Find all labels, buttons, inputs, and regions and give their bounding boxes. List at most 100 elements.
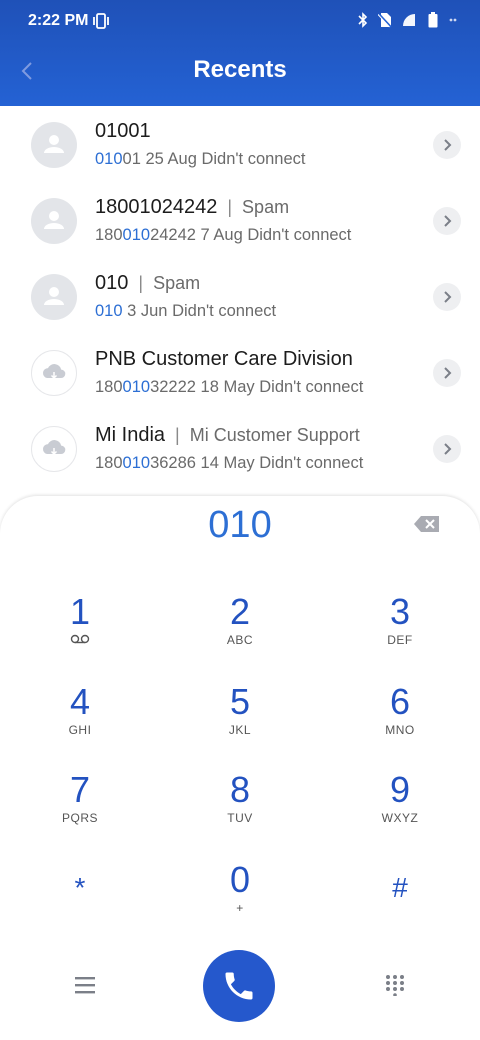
chevron-right-icon — [444, 443, 452, 455]
chevron-right-icon — [444, 367, 452, 379]
recent-call-row[interactable]: Mi India | Mi Customer Support 18001036286 … — [0, 410, 480, 486]
contact-name: PNB Customer Care Division — [95, 348, 353, 371]
battery-level-icon — [449, 18, 457, 22]
key-6[interactable]: 6 MNO — [340, 682, 460, 762]
number-prefix: 180 — [95, 378, 123, 396]
call-details: 18001036286 14 May Didn't connect — [95, 454, 363, 473]
call-button[interactable] — [203, 950, 275, 1022]
key-digit: * — [74, 872, 86, 903]
key-digit: 3 — [389, 591, 411, 632]
key-letters: PQRS — [61, 811, 98, 825]
contact-name: Mi India | Mi Customer Support — [95, 424, 360, 447]
chevron-right-icon — [444, 215, 452, 227]
key-hash[interactable]: # — [340, 868, 460, 948]
contact-name-text: 01001 — [95, 120, 151, 142]
key-letters: + — [236, 901, 244, 915]
key-digit: 6 — [389, 681, 411, 722]
key-1[interactable]: 1 — [20, 592, 140, 672]
key-7[interactable]: 7 PQRS — [20, 770, 140, 850]
details-button[interactable] — [433, 359, 461, 387]
dialer-panel: 010 1 2 ABC 3 DEF 4 GHI 5 JKL 6 MNO 7 PQRS 8 TUV 9 WXYZ *… — [0, 496, 480, 1040]
page-title: Recents — [193, 56, 287, 83]
key-0[interactable]: 0 + — [180, 860, 300, 940]
key-digit: 4 — [69, 681, 91, 722]
contact-avatar — [31, 122, 77, 168]
contact-name-text: PNB Customer Care Division — [95, 348, 353, 370]
contact-avatar — [31, 274, 77, 320]
separator: | — [227, 197, 233, 217]
chevron-right-icon — [444, 139, 452, 151]
recent-call-row[interactable]: 010 | Spam 010 3 Jun Didn't connect — [0, 258, 480, 334]
number-match: 010 — [122, 226, 151, 244]
number-match: 010 — [95, 302, 123, 320]
number-match: 010 — [95, 150, 123, 168]
call-date-status: 3 Jun Didn't connect — [127, 302, 277, 320]
key-digit: 7 — [69, 769, 91, 810]
contact-name: 18001024242 | Spam — [95, 196, 289, 219]
number-prefix: 180 — [95, 226, 123, 244]
details-button[interactable] — [433, 207, 461, 235]
key-letters: TUV — [227, 811, 253, 825]
call-date-status: 14 May Didn't connect — [200, 454, 364, 472]
contact-name-text: 010 — [95, 272, 129, 294]
key-digit: 0 — [229, 859, 251, 900]
key-3[interactable]: 3 DEF — [340, 592, 460, 672]
number-suffix: 36286 — [150, 454, 196, 472]
details-button[interactable] — [433, 131, 461, 159]
key-letters: MNO — [385, 723, 415, 737]
status-bar: 2:22 PM — [0, 0, 480, 44]
call-details: 01001 25 Aug Didn't connect — [95, 150, 306, 169]
vibrate-icon — [93, 13, 109, 29]
person-icon — [44, 135, 64, 153]
key-9[interactable]: 9 WXYZ — [340, 770, 460, 850]
number-suffix: 24242 — [150, 226, 196, 244]
bluetooth-icon — [358, 12, 368, 28]
contact-name: 01001 — [95, 120, 151, 143]
call-date-status: 18 May Didn't connect — [200, 378, 364, 396]
voicemail-icon — [70, 634, 90, 644]
key-8[interactable]: 8 TUV — [180, 770, 300, 850]
contact-tag: Mi Customer Support — [189, 425, 360, 445]
key-letters: WXYZ — [381, 811, 419, 825]
separator: | — [138, 273, 144, 293]
call-date-status: 25 Aug Didn't connect — [145, 150, 306, 168]
details-button[interactable] — [433, 435, 461, 463]
key-letters: GHI — [68, 723, 92, 737]
status-time: 2:22 PM — [28, 12, 89, 29]
key-digit: 9 — [389, 769, 411, 810]
key-digit: 2 — [229, 591, 251, 632]
number-match: 010 — [122, 378, 151, 396]
key-5[interactable]: 5 JKL — [180, 682, 300, 762]
number-match: 010 — [122, 454, 151, 472]
contact-name-text: Mi India — [95, 424, 166, 446]
key-star[interactable]: * — [20, 868, 140, 948]
contact-name-text: 18001024242 — [95, 196, 218, 218]
key-digit: 1 — [69, 591, 91, 632]
details-button[interactable] — [433, 283, 461, 311]
backspace-icon[interactable] — [412, 513, 442, 535]
phone-icon — [225, 972, 253, 1000]
menu-icon[interactable] — [72, 974, 98, 996]
contact-avatar — [31, 198, 77, 244]
recent-call-row[interactable]: 01001 01001 25 Aug Didn't connect — [0, 106, 480, 182]
call-date-status: 7 Aug Didn't connect — [200, 226, 352, 244]
key-letters: ABC — [226, 633, 254, 647]
key-2[interactable]: 2 ABC — [180, 592, 300, 672]
key-digit: # — [392, 872, 408, 903]
number-suffix: 32222 — [150, 378, 196, 396]
chevron-right-icon — [444, 291, 452, 303]
key-4[interactable]: 4 GHI — [20, 682, 140, 762]
contact-name: 010 | Spam — [95, 272, 200, 295]
dialed-number: 010 — [208, 504, 272, 546]
call-details: 18001032222 18 May Didn't connect — [95, 378, 363, 397]
dialpad-icon[interactable] — [384, 974, 406, 996]
recent-call-row[interactable]: PNB Customer Care Division 18001032222 18… — [0, 334, 480, 410]
contact-avatar — [31, 350, 77, 396]
call-details: 18001024242 7 Aug Didn't connect — [95, 226, 351, 245]
person-icon — [44, 211, 64, 229]
recents-list: 01001 01001 25 Aug Didn't connect 18001024… — [0, 106, 480, 486]
call-details: 010 3 Jun Didn't connect — [95, 302, 276, 321]
cloud-icon — [42, 364, 66, 380]
recent-call-row[interactable]: 18001024242 | Spam 18001024242 7 Aug Didn't… — [0, 182, 480, 258]
separator: | — [175, 425, 180, 445]
